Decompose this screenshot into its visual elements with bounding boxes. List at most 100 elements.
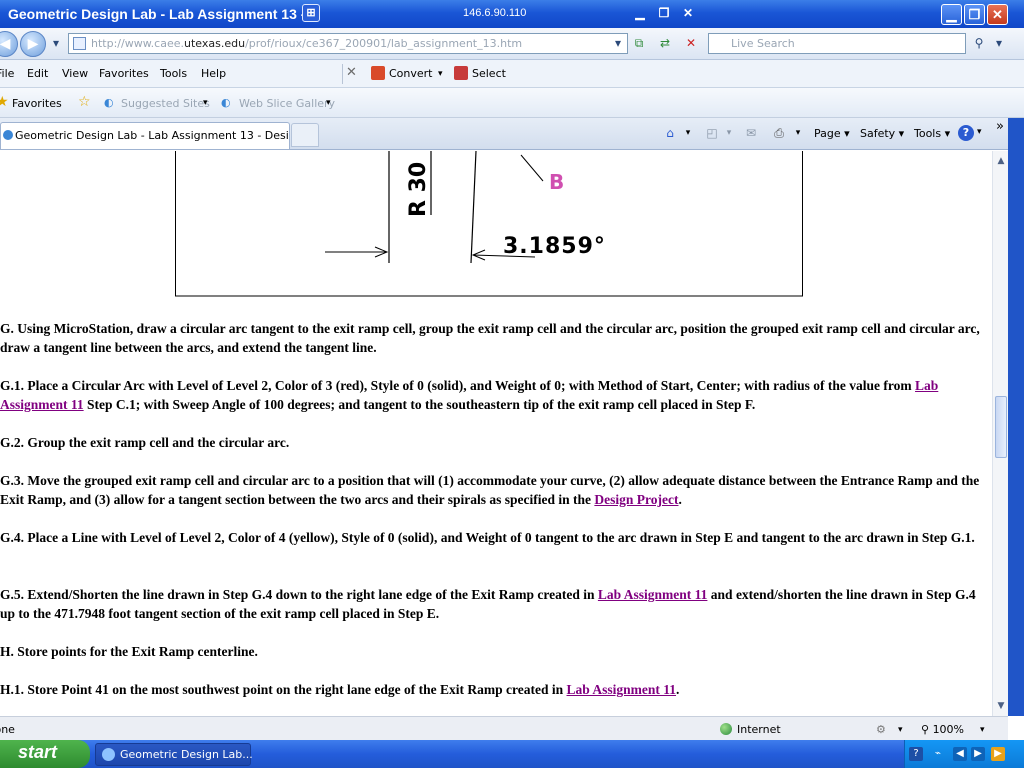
- menu-favorites[interactable]: Favorites: [99, 67, 149, 80]
- network-icon[interactable]: ⌁: [931, 747, 945, 761]
- safety-menu[interactable]: Safety ▾: [860, 127, 904, 140]
- tools-menu-label: Tools: [914, 127, 942, 140]
- remote-minimize-icon[interactable]: ▁: [630, 4, 650, 22]
- add-favorite-icon[interactable]: ☆: [78, 94, 91, 110]
- suggested-sites-link[interactable]: Suggested Sites: [121, 97, 210, 110]
- chevron-overflow-icon[interactable]: »: [996, 119, 1004, 134]
- tab-active[interactable]: Geometric Design Lab - Lab Assignment 13…: [0, 122, 290, 149]
- stop-icon[interactable]: ✕: [682, 34, 700, 52]
- menu-file[interactable]: File: [0, 67, 14, 80]
- scroll-down-icon[interactable]: ▼: [993, 698, 1009, 714]
- remote-ip: 146.6.90.110: [463, 7, 527, 19]
- search-input[interactable]: Live Search: [708, 33, 966, 54]
- step-g5: G.5. Extend/Shorten the line drawn in St…: [0, 585, 990, 623]
- web-slice-link[interactable]: Web Slice Gallery: [239, 97, 335, 110]
- zoom-icon: ⚲: [921, 723, 930, 736]
- maximize-button[interactable]: ❐: [964, 4, 985, 25]
- step-h: H. Store points for the Exit Ramp center…: [0, 644, 258, 659]
- window-titlebar: Geometric Design Lab - Lab Assignment 13…: [0, 0, 1024, 28]
- tools-menu[interactable]: Tools ▾: [914, 127, 950, 140]
- help-icon[interactable]: ?: [958, 125, 974, 141]
- web-slice-icon: ◐: [221, 96, 231, 109]
- forward-tray-icon[interactable]: ▶: [971, 747, 985, 761]
- menu-edit[interactable]: Edit: [27, 67, 48, 80]
- menu-view[interactable]: View: [62, 67, 88, 80]
- media-icon[interactable]: ▶: [991, 747, 1005, 761]
- select-button[interactable]: Select: [472, 67, 506, 80]
- convert-dropdown-icon[interactable]: ▾: [438, 69, 443, 79]
- page-menu[interactable]: Page ▾: [814, 127, 850, 140]
- url-prefix: http://www.caee.: [91, 37, 184, 50]
- convert-button[interactable]: Convert: [389, 67, 433, 80]
- address-dropdown-icon[interactable]: ▾: [609, 34, 627, 52]
- favorites-button[interactable]: Favorites: [12, 97, 62, 110]
- search-options-icon[interactable]: ▾: [990, 34, 1008, 52]
- page-content: R 30 B 3.1859° G. Using MicroStation, dr…: [0, 151, 992, 716]
- ie-icon: [102, 748, 115, 761]
- scroll-thumb[interactable]: [995, 396, 1007, 458]
- suggested-dropdown-icon[interactable]: ▾: [203, 98, 208, 108]
- menu-tools[interactable]: Tools: [160, 67, 187, 80]
- home-icon[interactable]: ⌂: [662, 125, 678, 141]
- point-b-label: B: [549, 170, 564, 194]
- tab-title: Geometric Design Lab - Lab Assignment 13…: [15, 129, 289, 142]
- protected-mode-icon[interactable]: ⚙: [876, 723, 886, 736]
- home-dropdown-icon[interactable]: ▾: [680, 125, 696, 141]
- suggested-sites-icon: ◐: [104, 96, 114, 109]
- window-frame-right: [1008, 118, 1024, 716]
- window-title: Geometric Design Lab - Lab Assignment 13…: [8, 6, 306, 22]
- nav-dropdown-icon[interactable]: ▾: [47, 34, 65, 52]
- feeds-icon[interactable]: ◰: [704, 125, 720, 141]
- select-icon: [454, 66, 468, 80]
- convert-pdf-icon: [371, 66, 385, 80]
- step-g3: G.3. Move the grouped exit ramp cell and…: [0, 471, 990, 509]
- print-dropdown-icon[interactable]: ▾: [790, 125, 806, 141]
- close-toolbar-icon[interactable]: ✕: [346, 65, 357, 80]
- close-button[interactable]: ✕: [987, 4, 1008, 25]
- menu-separator: [342, 64, 343, 84]
- mail-icon[interactable]: ✉: [743, 125, 759, 141]
- step-g3-text-after: .: [678, 492, 682, 507]
- zoom-value: 100%: [932, 723, 965, 736]
- back-tray-icon[interactable]: ◀: [953, 747, 967, 761]
- figure-border: [175, 151, 803, 297]
- step-g1: G.1. Place a Circular Arc with Level of …: [0, 376, 990, 414]
- zoom-level[interactable]: ⚲ 100%: [921, 723, 964, 736]
- lab-assignment-11-link[interactable]: Lab Assignment 11: [598, 587, 708, 602]
- minimize-button[interactable]: ▁: [941, 4, 962, 25]
- vertical-scrollbar[interactable]: ▲ ▼: [992, 151, 1008, 716]
- scroll-up-icon[interactable]: ▲: [993, 153, 1009, 169]
- zoom-dropdown-icon[interactable]: ▾: [980, 725, 985, 735]
- angle-label: 3.1859°: [503, 234, 606, 259]
- web-slice-dropdown-icon[interactable]: ▾: [326, 98, 331, 108]
- status-text: Done: [0, 723, 15, 736]
- search-icon[interactable]: ⚲: [970, 34, 988, 52]
- back-button[interactable]: ◀: [0, 31, 18, 57]
- help-tray-icon[interactable]: ?: [909, 747, 923, 761]
- design-project-link[interactable]: Design Project: [594, 492, 678, 507]
- refresh-icon[interactable]: ⇄: [656, 34, 674, 52]
- favorites-star-icon: ★: [0, 94, 9, 110]
- menu-help[interactable]: Help: [201, 67, 226, 80]
- step-h1-text-after: .: [676, 682, 680, 697]
- print-icon[interactable]: ⎙: [771, 125, 787, 141]
- page-icon: [73, 37, 86, 50]
- lab-assignment-11-link[interactable]: Lab Assignment 11: [567, 682, 677, 697]
- help-dropdown-icon[interactable]: ▾: [977, 127, 982, 137]
- taskbar-ie-window[interactable]: Geometric Design Lab...: [95, 743, 253, 766]
- start-button[interactable]: start: [0, 740, 90, 768]
- compatibility-icon[interactable]: ⧉: [630, 34, 648, 52]
- status-bar: Done Internet ⚙ ▾ ⚲ 100% ▾: [0, 716, 1008, 740]
- forward-button[interactable]: ▶: [20, 31, 46, 57]
- address-input[interactable]: http://www.caee.utexas.edu/prof/rioux/ce…: [68, 33, 628, 54]
- protected-dropdown-icon[interactable]: ▾: [898, 725, 903, 735]
- remote-close-icon[interactable]: ✕: [678, 4, 698, 22]
- step-g1-text: G.1. Place a Circular Arc with Level of …: [0, 378, 916, 393]
- globe-icon: [720, 723, 732, 735]
- step-g: G. Using MicroStation, draw a circular a…: [0, 321, 980, 355]
- step-g1-text-after: Step C.1; with Sweep Angle of 100 degree…: [83, 397, 756, 412]
- remote-restore-icon[interactable]: ❐: [654, 4, 674, 22]
- new-tab-button[interactable]: [291, 123, 319, 147]
- feeds-dropdown-icon[interactable]: ▾: [721, 125, 737, 141]
- remote-pin-icon[interactable]: ⊞: [302, 4, 320, 22]
